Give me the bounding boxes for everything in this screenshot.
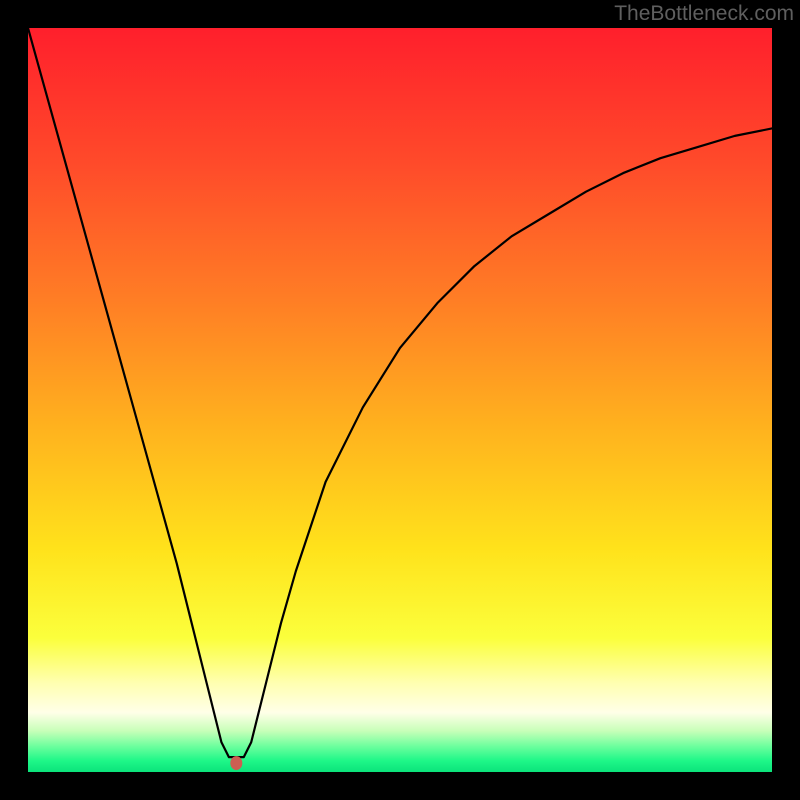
- gradient-background: [28, 28, 772, 772]
- watermark-text: TheBottleneck.com: [614, 2, 794, 26]
- min-marker: [230, 756, 242, 770]
- plot-area: [28, 28, 772, 772]
- chart-frame: TheBottleneck.com: [0, 0, 800, 800]
- chart-svg: [28, 28, 772, 772]
